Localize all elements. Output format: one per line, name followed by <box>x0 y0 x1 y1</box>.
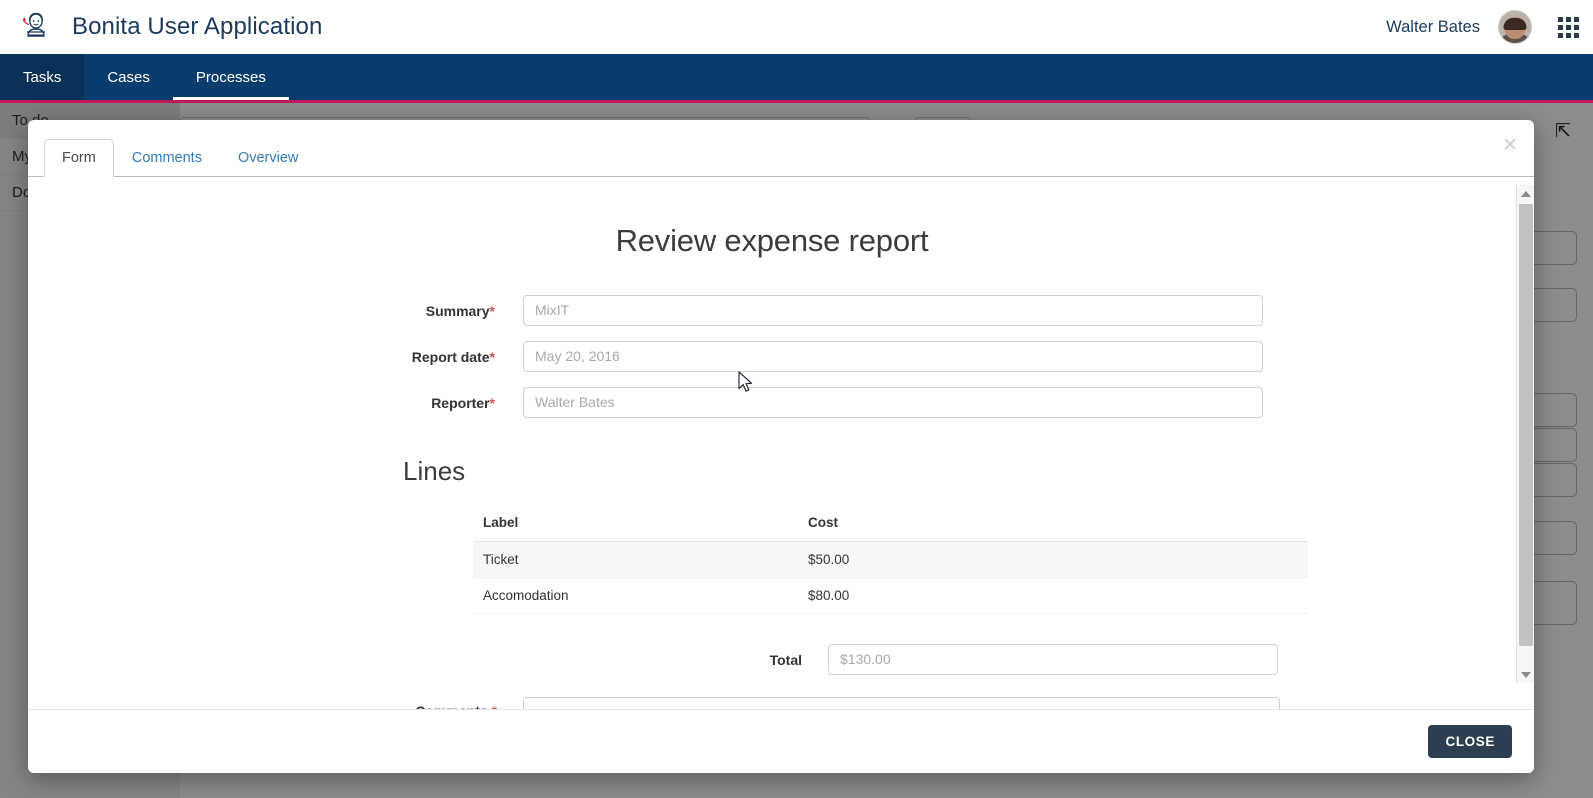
tab-label: Form <box>62 150 96 166</box>
summary-input[interactable]: MixIT <box>523 295 1263 326</box>
comments-row: Comments * <box>28 697 1516 709</box>
lines-section-heading: Lines <box>403 456 1516 487</box>
lines-table-body: Ticket $50.00 Accomodation $80.00 <box>473 542 1308 614</box>
report-date-input[interactable]: May 20, 2016 <box>523 341 1263 372</box>
label-text: Reporter <box>431 395 489 411</box>
cell-label: Ticket <box>473 542 798 578</box>
field-label-report-date: Report date* <box>28 349 523 365</box>
tab-form[interactable]: Form <box>44 139 114 177</box>
column-header-cost: Cost <box>798 507 1098 542</box>
scrollbar-thumb[interactable] <box>1519 204 1533 646</box>
required-asterisk: * <box>492 703 497 709</box>
total-row: Total $130.00 <box>28 644 1516 675</box>
label-text: Comments <box>415 703 487 709</box>
user-avatar[interactable] <box>1498 10 1532 44</box>
modal-header: Form Comments Overview ✕ <box>28 120 1534 177</box>
modal-footer: CLOSE <box>28 709 1534 773</box>
header-right-area: Walter Bates <box>1386 10 1593 44</box>
cell-spacer <box>1098 542 1308 578</box>
tab-label: Comments <box>132 150 202 166</box>
nav-tab-label: Cases <box>107 69 150 86</box>
column-header-spacer <box>1098 507 1308 542</box>
comments-label: Comments * <box>28 697 523 709</box>
nav-tab-label: Tasks <box>23 69 61 86</box>
grid-apps-icon[interactable] <box>1558 17 1579 38</box>
tab-overview[interactable]: Overview <box>220 139 316 177</box>
field-row-summary: Summary* MixIT <box>28 295 1516 326</box>
bonita-logo-icon <box>16 8 54 46</box>
cell-label: Accomodation <box>473 578 798 614</box>
table-row: Accomodation $80.00 <box>473 578 1308 614</box>
task-modal: Form Comments Overview ✕ Review expense … <box>28 120 1534 773</box>
nav-tab-cases[interactable]: Cases <box>84 54 173 100</box>
required-asterisk: * <box>490 303 495 319</box>
column-header-label: Label <box>473 507 798 542</box>
nav-accent-line <box>0 100 1593 103</box>
close-x-icon[interactable]: ✕ <box>1502 136 1518 155</box>
lines-table-head: Label Cost <box>473 507 1308 542</box>
total-input[interactable]: $130.00 <box>828 644 1278 675</box>
form-scroll-area: Review expense report Summary* MixIT Rep… <box>28 177 1516 709</box>
nav-tab-tasks[interactable]: Tasks <box>0 54 84 100</box>
required-asterisk: * <box>490 395 495 411</box>
required-asterisk: * <box>490 349 495 365</box>
comments-textarea[interactable] <box>523 697 1280 709</box>
total-label: Total <box>28 652 828 668</box>
table-header-row: Label Cost <box>473 507 1308 542</box>
page-title: Bonita User Application <box>72 13 322 41</box>
close-button[interactable]: CLOSE <box>1428 725 1512 758</box>
field-row-report-date: Report date* May 20, 2016 <box>28 341 1516 372</box>
current-user-name: Walter Bates <box>1386 18 1480 37</box>
tab-label: Overview <box>238 150 298 166</box>
modal-body: Review expense report Summary* MixIT Rep… <box>28 177 1534 709</box>
reporter-input[interactable]: Walter Bates <box>523 387 1263 418</box>
scroll-up-arrow[interactable] <box>1517 185 1534 202</box>
table-row: Ticket $50.00 <box>473 542 1308 578</box>
field-label-summary: Summary* <box>28 303 523 319</box>
label-text: Report date <box>412 349 490 365</box>
application-root: To do My tasks Done ❮ ❯ ⇱ <box>0 0 1593 798</box>
cell-cost: $50.00 <box>798 542 1098 578</box>
scroll-down-arrow[interactable] <box>1517 666 1534 683</box>
app-header: Bonita User Application Walter Bates <box>0 0 1593 54</box>
field-label-reporter: Reporter* <box>28 395 523 411</box>
cell-cost: $80.00 <box>798 578 1098 614</box>
modal-tabs: Form Comments Overview <box>44 120 316 176</box>
cell-spacer <box>1098 578 1308 614</box>
field-row-reporter: Reporter* Walter Bates <box>28 387 1516 418</box>
nav-tab-label: Processes <box>196 69 266 86</box>
form-heading: Review expense report <box>28 223 1516 259</box>
tab-comments[interactable]: Comments <box>114 139 220 177</box>
nav-tab-processes[interactable]: Processes <box>173 54 289 100</box>
main-navigation: Tasks Cases Processes <box>0 54 1593 100</box>
lines-table: Label Cost Ticket $50.00 Accomodation <box>473 507 1308 614</box>
form-scrollbar[interactable] <box>1516 185 1534 683</box>
label-text: Summary <box>426 303 490 319</box>
